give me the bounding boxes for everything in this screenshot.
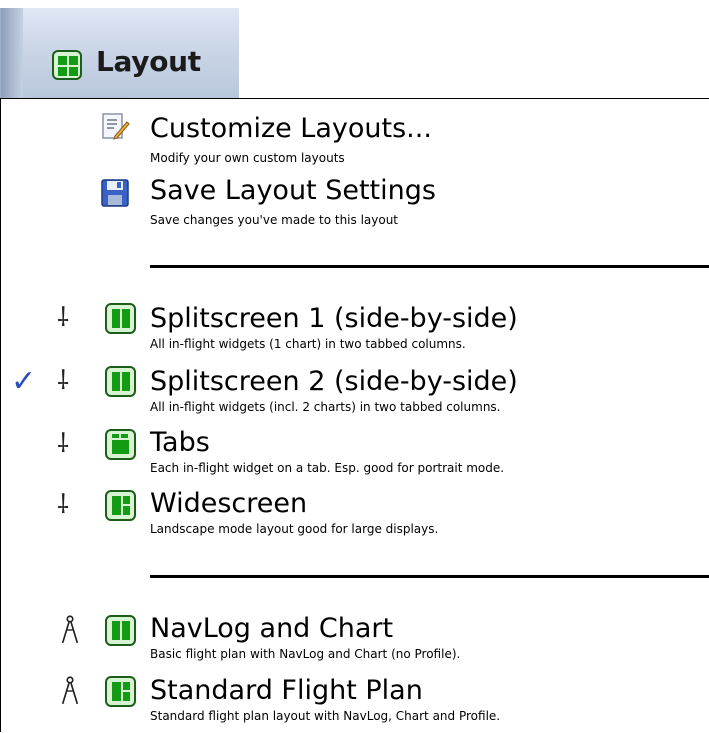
customize-title: Customize Layouts... [150, 113, 432, 144]
floppy-disk-icon [101, 179, 129, 207]
navlog-chart-desc: Basic flight plan with NavLog and Chart … [150, 647, 461, 661]
wide-layout-icon [105, 490, 136, 521]
navlog-chart-title: NavLog and Chart [150, 613, 394, 644]
edit-document-icon [102, 113, 130, 140]
save-desc: Save changes you've made to this layout [150, 213, 399, 227]
in-flight-pin-icon: ⸸ [57, 303, 70, 333]
compass-divider-icon [61, 615, 79, 644]
in-flight-pin-icon: ⸸ [57, 429, 70, 459]
splitscreen-1-title: Splitscreen 1 (side-by-side) [150, 303, 518, 334]
two-column-layout-icon [105, 303, 136, 334]
splitscreen-2-title: Splitscreen 2 (side-by-side) [150, 366, 518, 397]
menu-item-splitscreen-2[interactable]: ✓ ⸸ Splitscreen 2 (side-by-side) All in-… [1, 362, 709, 418]
in-flight-pin-icon: ⸸ [57, 366, 70, 396]
tabs-title: Tabs [150, 427, 210, 458]
two-column-layout-icon [105, 615, 136, 646]
layout-menu: Customize Layouts... Modify your own cus… [0, 98, 709, 732]
standard-flight-plan-desc: Standard flight plan layout with NavLog,… [150, 709, 501, 723]
standard-flight-plan-title: Standard Flight Plan [150, 675, 423, 706]
menu-item-customize-layouts[interactable]: Customize Layouts... Modify your own cus… [1, 99, 709, 167]
compass-divider-icon [61, 676, 79, 705]
tab-label: Layout [96, 45, 201, 78]
menu-separator [150, 265, 709, 268]
layout-grid-icon [52, 50, 82, 80]
wide-layout-icon [105, 676, 136, 707]
two-column-layout-icon [105, 366, 136, 397]
tab-shadow [1, 8, 23, 98]
tabbed-layout-icon [105, 429, 136, 460]
menu-item-standard-flight-plan[interactable]: Standard Flight Plan Standard flight pla… [1, 673, 709, 733]
menu-separator [150, 575, 709, 578]
menu-item-splitscreen-1[interactable]: ⸸ Splitscreen 1 (side-by-side) All in-fl… [1, 299, 709, 355]
in-flight-pin-icon: ⸸ [57, 490, 70, 520]
layout-tab[interactable]: Layout [0, 8, 239, 98]
widescreen-title: Widescreen [150, 488, 308, 519]
splitscreen-1-desc: All in-flight widgets (1 chart) in two t… [150, 337, 466, 351]
splitscreen-2-desc: All in-flight widgets (incl. 2 charts) i… [150, 400, 501, 414]
menu-item-tabs[interactable]: ⸸ Tabs Each in-flight widget on a tab. E… [1, 425, 709, 481]
menu-item-navlog-chart[interactable]: NavLog and Chart Basic flight plan with … [1, 613, 709, 669]
checkmark-icon: ✓ [11, 364, 37, 399]
customize-desc: Modify your own custom layouts [150, 151, 345, 165]
tabs-desc: Each in-flight widget on a tab. Esp. goo… [150, 461, 505, 475]
save-title: Save Layout Settings [150, 175, 436, 206]
widescreen-desc: Landscape mode layout good for large dis… [150, 522, 439, 536]
menu-item-save-layout[interactable]: Save Layout Settings Save changes you've… [1, 167, 709, 237]
menu-item-widescreen[interactable]: ⸸ Widescreen Landscape mode layout good … [1, 488, 709, 544]
